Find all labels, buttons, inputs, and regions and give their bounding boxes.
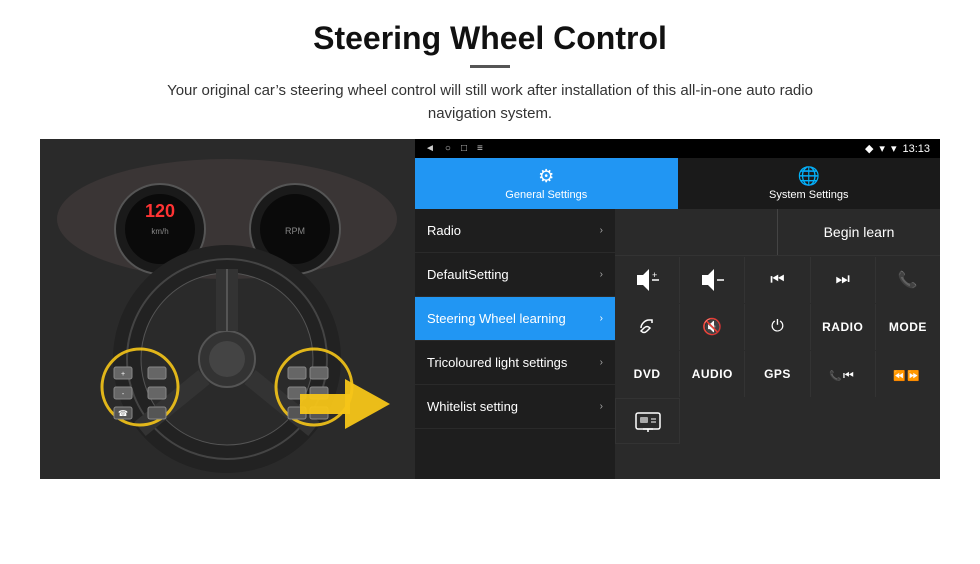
chevron-right-icon: ›: [600, 269, 603, 280]
wifi-icon: ▾: [891, 142, 897, 155]
begin-learn-button[interactable]: Begin learn: [778, 209, 940, 255]
svg-text:📞: 📞: [829, 369, 842, 382]
menu-icon[interactable]: ≡: [477, 143, 483, 154]
controls-grid-row1: + ⏮ ⏭ 📞: [615, 257, 940, 303]
last-row: [615, 398, 940, 444]
menu-item-default-label: DefaultSetting: [427, 267, 600, 282]
mute-button[interactable]: 🔇: [680, 304, 744, 350]
recents-icon[interactable]: □: [461, 143, 467, 154]
controls-grid-row3: DVD AUDIO GPS 📞 ⏮ ⏪ ⏩: [615, 351, 940, 397]
status-bar: ◄ ○ □ ≡ ◆ ▾ ▾ 13:13: [415, 139, 940, 158]
tab-bar: ⚙ General Settings 🌐 System Settings: [415, 158, 940, 209]
location-icon: ◆: [865, 142, 873, 155]
menu-item-tricoloured[interactable]: Tricoloured light settings ›: [415, 341, 615, 385]
gps-button[interactable]: GPS: [745, 351, 809, 397]
call-button[interactable]: [615, 304, 679, 350]
steering-wheel-image: 120 km/h RPM: [40, 139, 415, 479]
time-display: 13:13: [902, 143, 930, 155]
home-icon[interactable]: ○: [445, 143, 451, 154]
tab-general[interactable]: ⚙ General Settings: [415, 158, 678, 209]
radio-row: Begin learn: [615, 209, 940, 256]
page-title: Steering Wheel Control: [40, 20, 940, 57]
svg-text:⏮: ⏮: [843, 368, 854, 382]
right-panel: Begin learn +: [615, 209, 940, 479]
radio-empty-box: [615, 209, 778, 255]
menu-item-default[interactable]: DefaultSetting ›: [415, 253, 615, 297]
next-track-button[interactable]: ⏭: [811, 257, 875, 303]
menu-item-whitelist[interactable]: Whitelist setting ›: [415, 385, 615, 429]
phone-prev-button[interactable]: 📞 ⏮: [811, 351, 875, 397]
menu-item-radio-label: Radio: [427, 223, 600, 238]
radio-text-button[interactable]: RADIO: [811, 304, 875, 350]
menu-list: Radio › DefaultSetting › Steering Wheel …: [415, 209, 615, 479]
skip-combo-button[interactable]: ⏪ ⏩: [876, 351, 940, 397]
mode-button[interactable]: MODE: [876, 304, 940, 350]
dvd-button[interactable]: DVD: [615, 351, 679, 397]
gear-icon: ⚙: [538, 166, 554, 187]
screen-icon-button[interactable]: [615, 398, 680, 444]
svg-text:RPM: RPM: [285, 226, 305, 236]
menu-item-radio[interactable]: Radio ›: [415, 209, 615, 253]
chevron-right-icon: ›: [600, 313, 603, 324]
svg-text:☎: ☎: [118, 409, 128, 418]
content-area: 120 km/h RPM: [40, 139, 940, 479]
svg-text:⏩: ⏩: [907, 369, 919, 382]
vol-up-button[interactable]: +: [615, 257, 679, 303]
chevron-right-icon: ›: [600, 357, 603, 368]
audio-button[interactable]: AUDIO: [680, 351, 744, 397]
title-divider: [470, 65, 510, 68]
back-icon[interactable]: ◄: [425, 143, 435, 154]
title-section: Steering Wheel Control Your original car…: [40, 20, 940, 125]
status-bar-left: ◄ ○ □ ≡: [425, 143, 483, 154]
menu-item-whitelist-label: Whitelist setting: [427, 399, 600, 414]
tab-system-label: System Settings: [769, 189, 848, 201]
chevron-right-icon: ›: [600, 401, 603, 412]
power-button[interactable]: ⏻: [745, 304, 809, 350]
chevron-right-icon: ›: [600, 225, 603, 236]
svg-text:+: +: [121, 371, 125, 378]
svg-text:120: 120: [145, 201, 175, 221]
prev-track-button[interactable]: ⏮: [745, 257, 809, 303]
device-ui: ◄ ○ □ ≡ ◆ ▾ ▾ 13:13 ⚙ General Settings: [415, 139, 940, 479]
signal-icon: ▾: [879, 142, 885, 155]
svg-text:+: +: [652, 270, 657, 280]
vol-down-button[interactable]: [680, 257, 744, 303]
globe-icon: 🌐: [798, 166, 820, 187]
menu-item-steering-label: Steering Wheel learning: [427, 311, 600, 326]
status-bar-right: ◆ ▾ ▾ 13:13: [865, 142, 930, 155]
subtitle: Your original car’s steering wheel contr…: [140, 80, 840, 125]
device-main: Radio › DefaultSetting › Steering Wheel …: [415, 209, 940, 479]
tab-general-label: General Settings: [505, 189, 587, 201]
page-wrapper: Steering Wheel Control Your original car…: [0, 0, 980, 499]
svg-text:⏪: ⏪: [893, 369, 905, 382]
phone-answer-button[interactable]: 📞: [876, 257, 940, 303]
svg-text:km/h: km/h: [151, 227, 168, 236]
menu-item-tricoloured-label: Tricoloured light settings: [427, 355, 600, 370]
tab-system[interactable]: 🌐 System Settings: [678, 158, 941, 209]
menu-item-steering[interactable]: Steering Wheel learning ›: [415, 297, 615, 341]
controls-grid-row2: 🔇 ⏻ RADIO MODE: [615, 304, 940, 350]
